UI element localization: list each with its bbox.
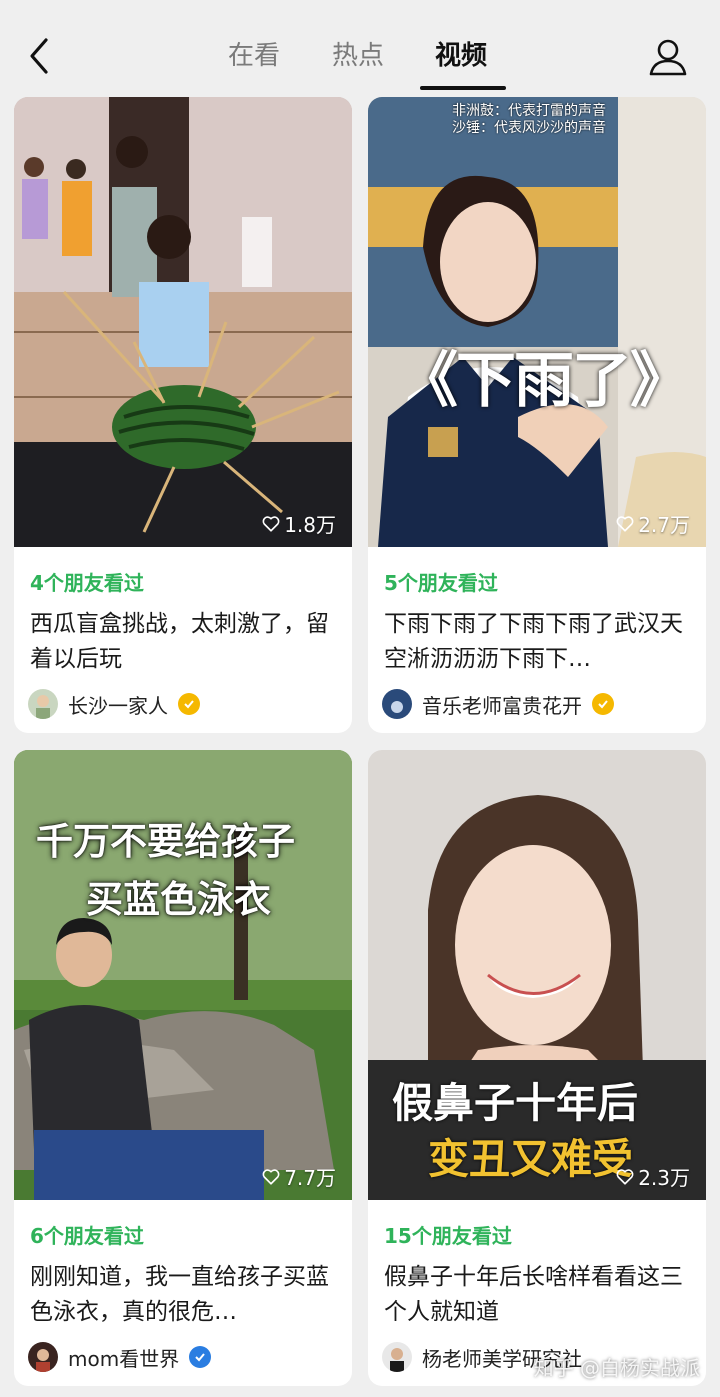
friends-watched: 4个朋友看过	[30, 571, 144, 595]
video-title[interactable]: 刚刚知道，我一直给孩子买蓝色泳衣，真的很危…	[30, 1260, 336, 1330]
friends-watched: 5个朋友看过	[384, 571, 498, 595]
tab-zaikan[interactable]: 在看	[228, 36, 280, 76]
like-count-value: 7.7万	[284, 1166, 336, 1190]
verified-badge-icon	[592, 693, 614, 715]
friends-watched: 6个朋友看过	[30, 1224, 144, 1248]
like-count-value: 2.7万	[638, 513, 690, 537]
like-count: 2.3万	[616, 1162, 690, 1191]
user-icon	[649, 39, 687, 76]
heart-icon	[616, 1168, 634, 1185]
verified-badge-icon	[178, 693, 200, 715]
video-overlay-title: 假鼻子十年后 变丑又难受	[392, 1079, 638, 1183]
video-title[interactable]: 西瓜盲盒挑战，太刺激了，留着以后玩	[30, 607, 336, 677]
avatar[interactable]	[28, 689, 58, 719]
video-thumbnail[interactable]: 千万不要给孩子 买蓝色泳衣	[14, 750, 352, 1200]
active-tab-indicator	[420, 86, 506, 90]
top-bar: 在看 热点 视频	[0, 0, 720, 96]
avatar[interactable]	[382, 689, 412, 719]
like-count-value: 2.3万	[638, 1166, 690, 1190]
friends-watched: 15个朋友看过	[384, 1224, 512, 1248]
video-overlay-title: 《下雨了》	[398, 346, 690, 416]
avatar[interactable]	[28, 1342, 58, 1372]
heart-icon	[262, 1168, 280, 1185]
video-title[interactable]: 假鼻子十年后长啥样看看这三个人就知道	[384, 1260, 690, 1330]
author-row[interactable]: 音乐老师富贵花开	[382, 687, 614, 721]
like-count-value: 1.8万	[284, 513, 336, 537]
profile-button[interactable]	[646, 36, 690, 80]
video-caption: 非洲鼓：代表打雷的声音 沙锤：代表风沙沙的声音	[452, 103, 606, 136]
like-count: 7.7万	[262, 1162, 336, 1191]
tab-bar: 在看 热点 视频	[0, 36, 720, 90]
video-thumbnail[interactable]: 假鼻子十年后 变丑又难受	[368, 750, 706, 1200]
video-card[interactable]: 千万不要给孩子 买蓝色泳衣 7.7万 6个朋友看过 刚刚知道，我一直给孩子买蓝色…	[14, 750, 352, 1386]
like-count: 2.7万	[616, 509, 690, 538]
verified-badge-icon	[189, 1346, 212, 1368]
video-title[interactable]: 下雨下雨了下雨下雨了武汉天空淅沥沥沥下雨下…	[384, 607, 690, 677]
video-thumbnail[interactable]	[14, 97, 352, 547]
video-overlay-title: 千万不要给孩子 买蓝色泳衣	[36, 819, 295, 921]
video-card[interactable]: 非洲鼓：代表打雷的声音 沙锤：代表风沙沙的声音 《下雨了》 2.7万 5个朋友看…	[368, 97, 706, 733]
video-thumbnail[interactable]: 非洲鼓：代表打雷的声音 沙锤：代表风沙沙的声音 《下雨了》	[368, 97, 706, 547]
author-name[interactable]: 长沙一家人	[68, 690, 168, 719]
author-row[interactable]: 长沙一家人	[28, 687, 200, 721]
avatar[interactable]	[382, 1342, 412, 1372]
author-name[interactable]: 音乐老师富贵花开	[422, 690, 582, 719]
tab-hot[interactable]: 热点	[332, 36, 384, 76]
heart-icon	[616, 515, 634, 532]
source-watermark: 知乎 @白杨实战派	[533, 1356, 700, 1380]
heart-icon	[262, 515, 280, 532]
like-count: 1.8万	[262, 509, 336, 538]
author-row[interactable]: mom看世界	[28, 1340, 212, 1374]
author-name[interactable]: mom看世界	[68, 1343, 179, 1372]
tab-video[interactable]: 视频	[435, 36, 487, 76]
video-card[interactable]: 1.8万 4个朋友看过 西瓜盲盒挑战，太刺激了，留着以后玩 长沙一家人	[14, 97, 352, 733]
video-card[interactable]: 假鼻子十年后 变丑又难受 2.3万 15个朋友看过 假鼻子十年后长啥样看看这三个…	[368, 750, 706, 1386]
